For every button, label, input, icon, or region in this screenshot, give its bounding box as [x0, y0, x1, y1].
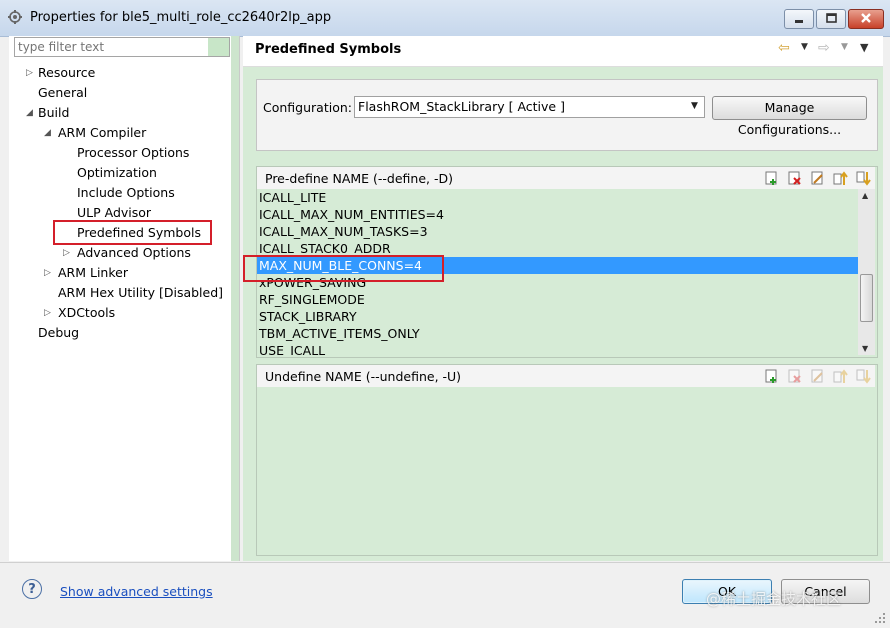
annotation-highlight-box — [53, 220, 212, 245]
move-down-icon[interactable] — [856, 369, 871, 384]
add-icon[interactable] — [764, 171, 779, 186]
minimize-icon — [795, 20, 803, 23]
predefine-scrollbar[interactable]: ▲ ▼ — [858, 189, 875, 355]
undefine-list[interactable] — [257, 387, 875, 553]
maximize-icon — [826, 13, 837, 23]
symbol-row[interactable]: STACK_LIBRARY — [257, 308, 858, 325]
forward-menu-caret-icon[interactable]: ▼ — [841, 42, 848, 52]
collapsed-arrow-icon[interactable]: ▷ — [63, 243, 70, 263]
configuration-select[interactable]: FlashROM_StackLibrary [ Active ] — [354, 96, 705, 118]
move-down-icon[interactable] — [856, 171, 871, 186]
tree-item[interactable]: ARM Hex Utility [Disabled] — [58, 283, 223, 303]
close-icon — [861, 13, 871, 23]
page-title: Predefined Symbols — [255, 42, 402, 57]
scrollbar-thumb[interactable] — [860, 274, 873, 322]
annotation-highlight-box — [243, 255, 444, 282]
forward-arrow-icon[interactable]: ⇨ — [818, 40, 830, 56]
sash-divider[interactable] — [231, 36, 239, 561]
symbol-row[interactable]: ICALL_MAX_NUM_TASKS=3 — [257, 223, 858, 240]
tree-item[interactable]: Include Options — [77, 183, 175, 203]
watermark: @稀土掘金技术社区 — [706, 590, 842, 608]
view-menu-icon[interactable]: ▼ — [860, 41, 868, 54]
configuration-label: Configuration: — [263, 100, 352, 115]
footer-divider — [0, 562, 890, 563]
resize-grip-icon[interactable] — [874, 612, 886, 624]
tree-item[interactable]: General — [38, 83, 87, 103]
undefine-title: Undefine NAME (--undefine, -U) — [265, 369, 462, 384]
collapsed-arrow-icon[interactable]: ▷ — [44, 263, 51, 283]
tree-item[interactable]: Optimization — [77, 163, 157, 183]
show-advanced-settings-link[interactable]: Show advanced settings — [60, 584, 213, 599]
back-arrow-icon[interactable]: ⇦ — [778, 40, 790, 56]
edit-icon[interactable] — [810, 171, 825, 186]
add-icon[interactable] — [764, 369, 779, 384]
symbol-row[interactable]: USE_ICALL — [257, 342, 858, 355]
delete-icon[interactable] — [787, 369, 802, 384]
symbol-row[interactable]: ICALL_MAX_NUM_ENTITIES=4 — [257, 206, 858, 223]
minimize-button[interactable] — [784, 9, 814, 29]
symbol-row[interactable]: TBM_ACTIVE_ITEMS_ONLY — [257, 325, 858, 342]
move-up-icon[interactable] — [833, 171, 848, 186]
tree-item[interactable]: Resource — [38, 63, 95, 83]
manage-configurations-button[interactable]: Manage Configurations... — [712, 96, 867, 137]
tree-item[interactable]: ARM Linker — [58, 263, 128, 283]
collapsed-arrow-icon[interactable]: ▷ — [44, 303, 51, 323]
expanded-arrow-icon[interactable]: ◢ — [26, 103, 33, 123]
symbol-row[interactable]: RF_SINGLEMODE — [257, 291, 858, 308]
window-title: Properties for ble5_multi_role_cc2640r2l… — [30, 10, 332, 25]
scroll-up-icon[interactable]: ▲ — [862, 191, 868, 200]
tree-item[interactable]: XDCtools — [58, 303, 115, 323]
tree-item[interactable]: Advanced Options — [77, 243, 191, 263]
close-button[interactable] — [848, 9, 884, 29]
symbol-row[interactable]: ICALL_LITE — [257, 189, 858, 206]
chevron-down-icon[interactable]: ▼ — [691, 101, 698, 111]
expanded-arrow-icon[interactable]: ◢ — [44, 123, 51, 143]
filter-input[interactable] — [14, 37, 230, 57]
move-up-icon[interactable] — [833, 369, 848, 384]
tree-item[interactable]: ARM Compiler — [58, 123, 146, 143]
tree-item[interactable]: Build — [38, 103, 69, 123]
app-icon — [8, 10, 22, 24]
edit-icon[interactable] — [810, 369, 825, 384]
collapsed-arrow-icon[interactable]: ▷ — [26, 63, 33, 83]
filter-clear-area — [208, 38, 229, 56]
back-menu-caret-icon[interactable]: ▼ — [801, 42, 808, 52]
tree-item[interactable]: Debug — [38, 323, 79, 343]
tree-item[interactable]: Processor Options — [77, 143, 189, 163]
help-icon[interactable]: ? — [22, 579, 42, 599]
configuration-value: FlashROM_StackLibrary [ Active ] — [358, 99, 565, 114]
predefine-title: Pre-define NAME (--define, -D) — [265, 171, 453, 186]
maximize-button[interactable] — [816, 9, 846, 29]
scroll-down-icon[interactable]: ▼ — [862, 344, 868, 353]
delete-icon[interactable] — [787, 171, 802, 186]
